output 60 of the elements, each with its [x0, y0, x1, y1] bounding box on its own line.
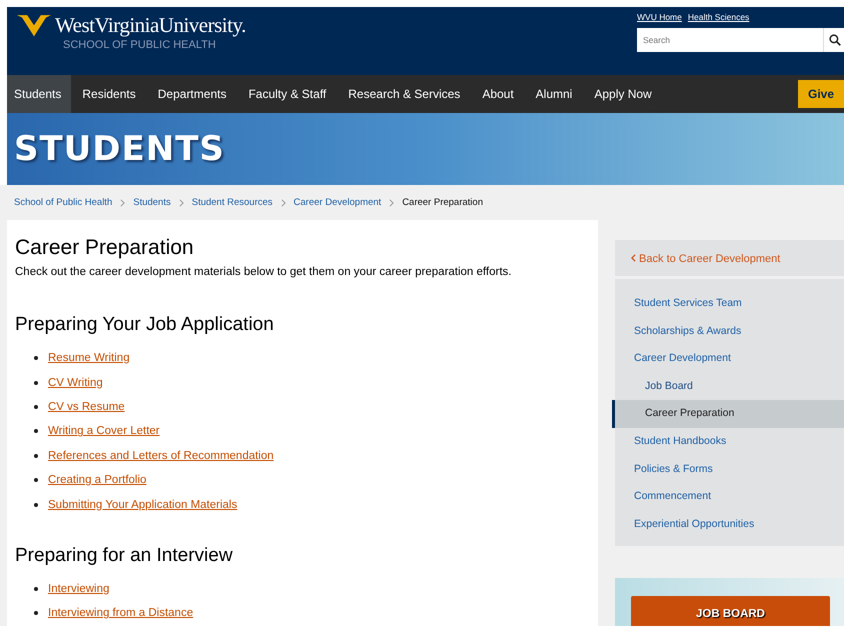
- give-button[interactable]: Give: [798, 80, 844, 108]
- sidebar-subitem[interactable]: Job Board: [612, 372, 844, 400]
- bullet-icon: [34, 502, 38, 507]
- resource-link[interactable]: Interviewing: [48, 582, 110, 595]
- sidebar-item[interactable]: Student Handbooks: [612, 428, 844, 456]
- section-heading: Preparing for an Interview: [15, 544, 234, 567]
- bullet-icon: [34, 429, 38, 434]
- nav-tab[interactable]: Alumni: [524, 75, 584, 113]
- intro-text: Check out the career development materials below to get them on your career preparation efforts.: [15, 266, 512, 278]
- bullet-icon: [34, 478, 38, 482]
- school-name: SCHOOL OF PUBLIC HEALTH: [63, 39, 217, 51]
- search-icon[interactable]: [829, 34, 841, 46]
- university-name: WestVirginiaUniversity.: [55, 13, 246, 38]
- chevron-icon: [120, 198, 126, 206]
- bullet-icon: [34, 454, 38, 458]
- resource-link[interactable]: CV vs Resume: [48, 400, 125, 413]
- sidebar-subitem[interactable]: Career Preparation: [612, 400, 844, 428]
- page-title: Career Preparation: [15, 236, 195, 260]
- sidebar-item[interactable]: Policies & Forms: [612, 456, 844, 484]
- search-field[interactable]: Search: [637, 28, 823, 52]
- resource-link[interactable]: CV Writing: [48, 376, 103, 389]
- nav-tab[interactable]: Apply Now: [583, 75, 663, 113]
- chevron-left-icon: [631, 254, 636, 262]
- sidebar-item[interactable]: Experiential Opportunities: [612, 510, 844, 538]
- nav-tab[interactable]: Faculty & Staff: [237, 75, 338, 113]
- nav-tab[interactable]: Departments: [146, 75, 238, 113]
- nav-tab[interactable]: Residents: [71, 75, 147, 113]
- chevron-icon: [389, 198, 394, 206]
- resource-link[interactable]: References and Letters of Recommendation: [48, 450, 274, 462]
- breadcrumb-link[interactable]: Career Development: [294, 197, 382, 208]
- chevron-icon: [178, 198, 184, 206]
- resource-link[interactable]: Submitting Your Application Materials: [48, 498, 238, 511]
- top-link[interactable]: Health Sciences: [688, 12, 750, 22]
- nav-tab[interactable]: Research & Services: [337, 75, 472, 113]
- resource-link[interactable]: Resume Writing: [48, 352, 130, 364]
- chevron-icon: [280, 198, 286, 206]
- banner-title: STUDENTS: [14, 129, 225, 169]
- resource-link[interactable]: Interviewing from a Distance: [48, 607, 194, 620]
- bullet-icon: [34, 611, 38, 616]
- sidebar-item[interactable]: Student Services Team: [612, 290, 844, 318]
- sidebar-item[interactable]: Scholarships & Awards: [612, 318, 844, 346]
- current-page-label: Career Preparation: [402, 197, 483, 208]
- breadcrumb-link[interactable]: Students: [133, 197, 171, 208]
- resource-link[interactable]: Creating a Portfolio: [48, 474, 146, 486]
- bullet-icon: [34, 404, 38, 409]
- top-link[interactable]: WVU Home: [637, 12, 682, 22]
- resource-link[interactable]: Writing a Cover Letter: [48, 425, 160, 438]
- search-button[interactable]: [823, 28, 844, 52]
- sidebar-item[interactable]: Commencement: [612, 483, 844, 511]
- bullet-icon: [34, 356, 38, 360]
- nav-tab[interactable]: Students: [7, 75, 72, 113]
- bullet-icon: [34, 586, 38, 591]
- bullet-icon: [34, 380, 38, 385]
- nav-tab[interactable]: About: [471, 75, 525, 113]
- back-link[interactable]: Back to Career Development: [615, 240, 844, 279]
- breadcrumb-link[interactable]: Student Resources: [192, 197, 273, 208]
- sidebar-item[interactable]: Career Development: [612, 345, 844, 373]
- breadcrumb-link[interactable]: School of Public Health: [14, 197, 112, 208]
- job-board-button[interactable]: JOB BOARD: [631, 596, 830, 626]
- section-heading: Preparing Your Job Application: [15, 314, 275, 336]
